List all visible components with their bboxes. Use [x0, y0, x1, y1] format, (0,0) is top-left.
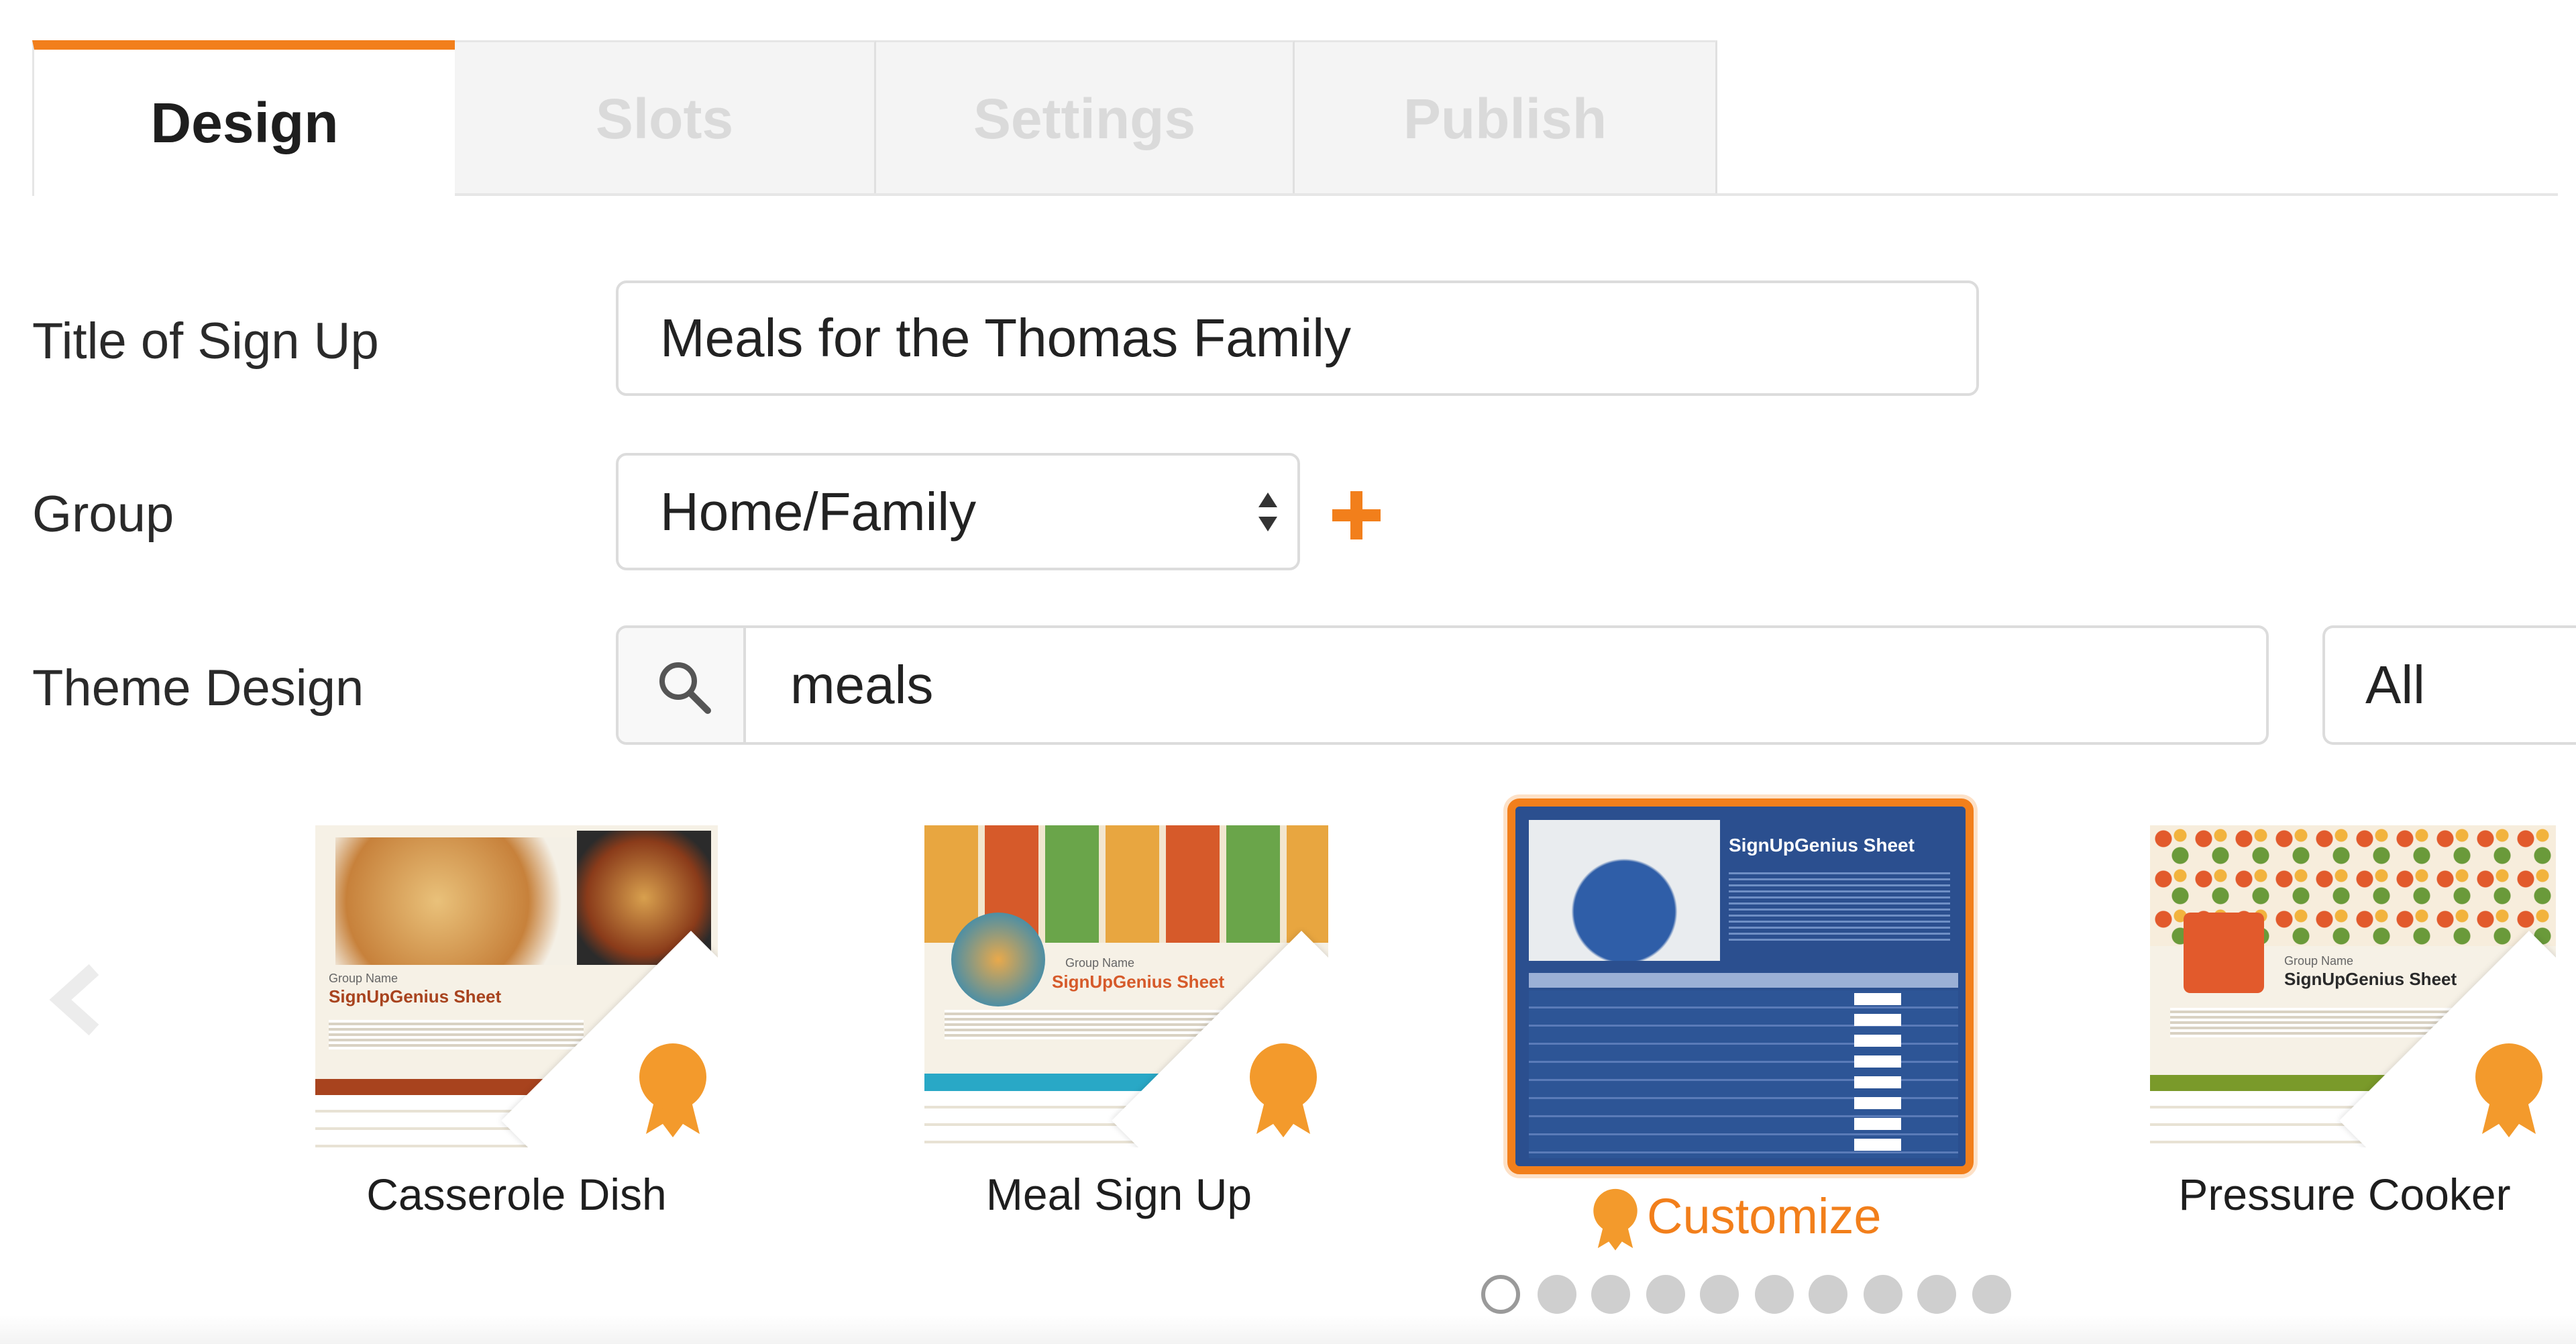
carousel-dot[interactable] [1755, 1275, 1794, 1314]
carousel-dot[interactable] [1972, 1275, 2011, 1314]
carousel-dot[interactable] [1864, 1275, 1902, 1314]
thumb-heading: SignUpGenius Sheet [2284, 969, 2457, 989]
title-input-value: Meals for the Thomas Family [660, 308, 1351, 368]
search-addon [619, 628, 746, 742]
theme-search-value: meals [790, 655, 934, 715]
tab-bar-divider [455, 193, 2558, 196]
theme-card-casserole[interactable]: Group Name SignUpGenius Sheet [315, 825, 718, 1147]
theme-card-label: Casserole Dish [366, 1170, 667, 1219]
thumb-body-lines [2170, 1008, 2452, 1037]
award-ribbon-icon [2475, 1043, 2542, 1137]
carousel-dot[interactable] [1700, 1275, 1739, 1314]
award-ribbon-icon [1593, 1188, 1638, 1251]
thumb-heading: SignUpGenius Sheet [329, 986, 502, 1006]
theme-design-label: Theme Design [32, 660, 364, 717]
thumb-signup-buttons [1854, 993, 1901, 1154]
theme-card-label: Pressure Cooker [2178, 1170, 2511, 1219]
title-label: Title of Sign Up [32, 313, 379, 370]
carousel-dot[interactable] [1481, 1275, 1520, 1314]
award-ribbon-icon [1250, 1043, 1317, 1137]
group-select[interactable]: Home/Family [616, 453, 1300, 570]
thumb-pressure-cooker-image [2184, 913, 2264, 993]
customize-link[interactable]: Customize [1647, 1188, 1882, 1245]
plus-icon[interactable] [1330, 488, 1383, 542]
thumb-subheading: Group Name [2284, 954, 2354, 968]
select-arrows-icon [1258, 492, 1277, 531]
tab-settings[interactable]: Settings [876, 40, 1295, 196]
tab-design[interactable]: Design [32, 40, 455, 196]
carousel-dot[interactable] [1809, 1275, 1847, 1314]
carousel-dot[interactable] [1917, 1275, 1956, 1314]
theme-search-box[interactable]: meals [616, 625, 2269, 745]
theme-filter-value: All [2365, 655, 2425, 715]
carousel-dot[interactable] [1591, 1275, 1630, 1314]
thumb-table-header [1529, 973, 1958, 988]
theme-filter-select[interactable]: All [2322, 625, 2576, 745]
group-label: Group [32, 486, 174, 543]
group-select-value: Home/Family [660, 481, 977, 541]
title-input[interactable]: Meals for the Thomas Family [616, 280, 1979, 396]
thumb-food-image [335, 837, 590, 965]
tab-publish[interactable]: Publish [1295, 40, 1717, 196]
thumb-heading: SignUpGenius Sheet [1729, 835, 1915, 856]
theme-card-pressure-cooker[interactable]: Group Name SignUpGenius Sheet [2150, 825, 2556, 1147]
thumb-body-lines [329, 1020, 584, 1049]
theme-card-selected[interactable]: SignUpGenius Sheet [1507, 798, 1974, 1174]
thumb-subheading: Group Name [329, 972, 398, 985]
carousel-dot[interactable] [1646, 1275, 1685, 1314]
thumb-food-bowl [951, 913, 1045, 1006]
award-ribbon-icon [639, 1043, 706, 1137]
tab-slots[interactable]: Slots [455, 40, 876, 196]
thumb-body-lines [945, 1010, 1226, 1039]
carousel-dot[interactable] [1538, 1275, 1576, 1314]
thumb-heading: SignUpGenius Sheet [1052, 972, 1225, 992]
search-icon [659, 662, 711, 714]
thumb-body-lines [1729, 868, 1950, 942]
theme-card-label: Meal Sign Up [985, 1170, 1252, 1219]
thumb-pot-image [1529, 820, 1720, 961]
bottom-fade [0, 1315, 2576, 1344]
thumb-subheading: Group Name [1065, 956, 1135, 970]
theme-card-meal-sign-up[interactable]: Group Name SignUpGenius Sheet [924, 825, 1328, 1147]
carousel-prev-icon[interactable] [47, 963, 107, 1037]
